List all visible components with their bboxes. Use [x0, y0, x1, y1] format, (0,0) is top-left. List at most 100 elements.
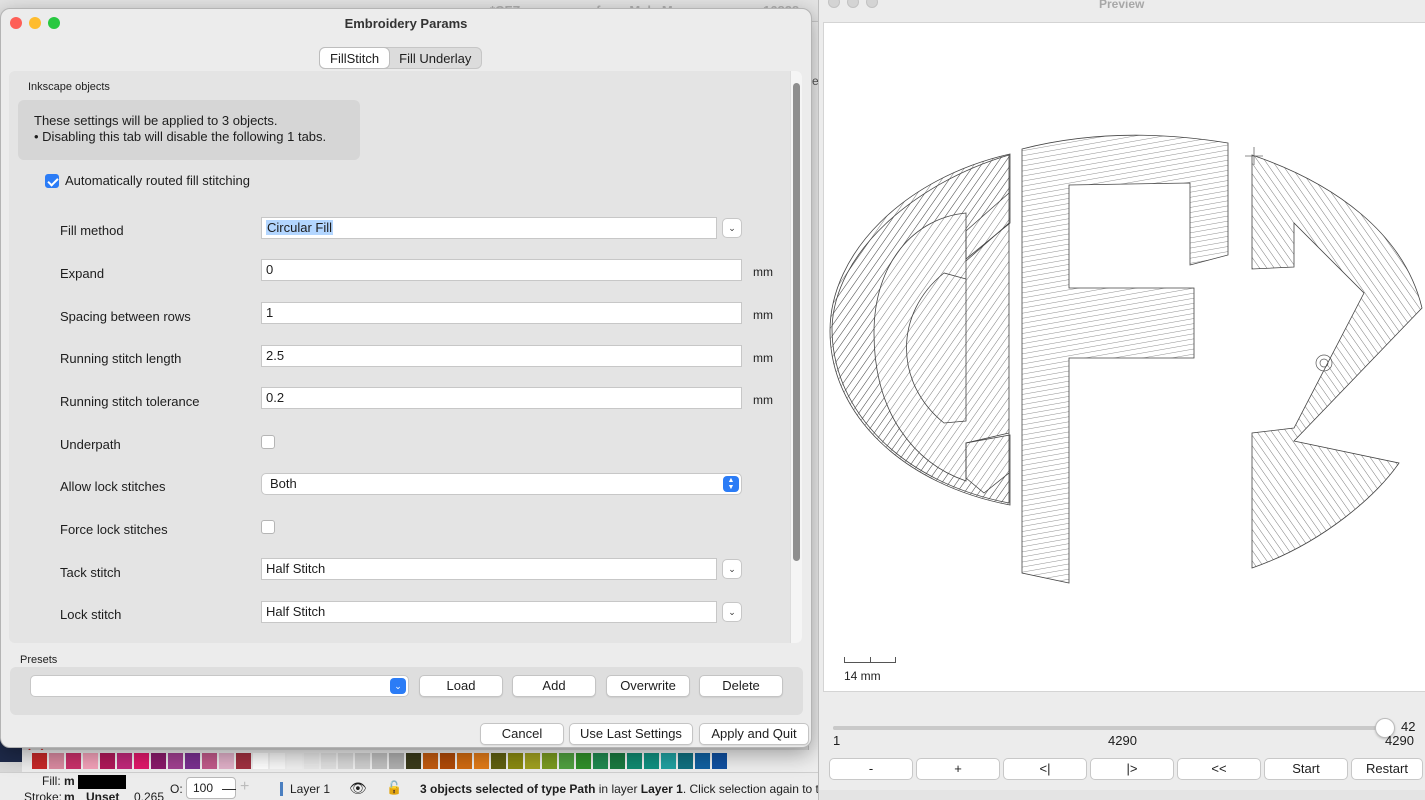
palette-swatch[interactable] — [134, 753, 149, 769]
restart-button[interactable]: Restart — [1351, 758, 1423, 780]
fill-method-label: Fill method — [60, 223, 124, 238]
param-tabs: FillStitch Fill Underlay — [319, 47, 483, 69]
scale-label: 14 mm — [844, 669, 881, 683]
palette-swatch[interactable] — [185, 753, 200, 769]
running-length-label: Running stitch length — [60, 351, 182, 366]
preset-overwrite-button[interactable]: Overwrite — [606, 675, 690, 697]
palette-swatch[interactable] — [151, 753, 166, 769]
palette-swatch[interactable] — [576, 753, 591, 769]
palette-swatch[interactable] — [661, 753, 676, 769]
stroke-width-value[interactable]: 0.265 — [134, 790, 164, 800]
running-length-input[interactable]: 2.5 — [261, 345, 742, 367]
palette-swatch[interactable] — [253, 753, 268, 769]
palette-swatch[interactable] — [525, 753, 540, 769]
start-button[interactable]: Start — [1264, 758, 1348, 780]
lock-icon[interactable]: 🔓 — [386, 780, 402, 796]
palette-swatch[interactable] — [627, 753, 642, 769]
lock-stitch-combo[interactable]: Half Stitch — [261, 601, 717, 623]
underpath-checkbox[interactable] — [261, 435, 275, 449]
eye-icon[interactable]: 👁 — [349, 780, 367, 797]
preview-close-button[interactable] — [828, 0, 840, 8]
opacity-label: O: — [170, 782, 183, 796]
opacity-decrement-button[interactable]: — — [222, 780, 236, 796]
tack-stitch-combo[interactable]: Half Stitch — [261, 558, 717, 580]
next-command-button[interactable]: |> — [1090, 758, 1174, 780]
expand-input[interactable]: 0 — [261, 259, 742, 281]
fill-label: Fill: — [42, 774, 61, 788]
palette-swatch[interactable] — [542, 753, 557, 769]
preset-add-button[interactable]: Add — [512, 675, 596, 697]
current-layer-dropdown[interactable]: Layer 1 — [290, 782, 330, 796]
palette-swatch[interactable] — [270, 753, 285, 769]
expand-unit: mm — [753, 265, 773, 279]
running-tolerance-label: Running stitch tolerance — [60, 394, 200, 409]
palette-swatch[interactable] — [559, 753, 574, 769]
rewind-button[interactable]: << — [1177, 758, 1261, 780]
palette-swatch[interactable] — [202, 753, 217, 769]
fill-method-combo[interactable]: Circular Fill — [261, 217, 717, 239]
dialog-title: Embroidery Params — [344, 16, 468, 31]
palette-swatch[interactable] — [32, 753, 47, 769]
chevron-down-icon: ⌄ — [390, 678, 406, 694]
preset-delete-button[interactable]: Delete — [699, 675, 783, 697]
tack-stitch-dropdown-button[interactable]: ⌄ — [722, 559, 742, 579]
previous-command-button[interactable]: <| — [1003, 758, 1087, 780]
spacing-label: Spacing between rows — [60, 309, 191, 324]
palette-swatch[interactable] — [168, 753, 183, 769]
stitch-preview-canvas[interactable]: 14 mm — [823, 22, 1425, 692]
palette-swatch[interactable] — [406, 753, 421, 769]
running-tolerance-input[interactable]: 0.2 — [261, 387, 742, 409]
palette-swatch[interactable] — [117, 753, 132, 769]
palette-swatch[interactable] — [593, 753, 608, 769]
status-mid: in layer — [598, 782, 638, 796]
apply-and-quit-button[interactable]: Apply and Quit — [699, 723, 809, 745]
auto-routed-checkbox[interactable] — [45, 174, 59, 188]
tab-fill-underlay[interactable]: Fill Underlay — [389, 48, 481, 68]
palette-swatch[interactable] — [695, 753, 710, 769]
spacing-input[interactable]: 1 — [261, 302, 742, 324]
palette-swatch[interactable] — [610, 753, 625, 769]
palette-swatch[interactable] — [712, 753, 727, 769]
palette-swatch[interactable] — [83, 753, 98, 769]
palette-swatch[interactable] — [287, 753, 302, 769]
force-lock-checkbox[interactable] — [261, 520, 275, 534]
palette-swatch[interactable] — [678, 753, 693, 769]
preset-select[interactable]: ⌄ — [30, 675, 409, 697]
cancel-button[interactable]: Cancel — [480, 723, 564, 745]
use-last-settings-button[interactable]: Use Last Settings — [569, 723, 693, 745]
lock-stitch-dropdown-button[interactable]: ⌄ — [722, 602, 742, 622]
panel-scroll-thumb[interactable] — [793, 83, 800, 561]
palette-swatch[interactable] — [644, 753, 659, 769]
palette-swatch[interactable] — [474, 753, 489, 769]
palette-swatch[interactable] — [236, 753, 251, 769]
palette-swatch[interactable] — [219, 753, 234, 769]
opacity-increment-button[interactable]: + — [240, 778, 249, 796]
layer-color-indicator — [280, 782, 283, 796]
palette-swatch[interactable] — [338, 753, 353, 769]
palette-swatch[interactable] — [389, 753, 404, 769]
palette-swatch[interactable] — [66, 753, 81, 769]
tab-fillstitch[interactable]: FillStitch — [320, 48, 390, 68]
fill-color-swatch[interactable] — [78, 775, 126, 789]
palette-swatch[interactable] — [423, 753, 438, 769]
allow-lock-select[interactable]: Both ▲ ▼ — [261, 473, 742, 495]
panel-scrollbar[interactable] — [790, 71, 802, 643]
palette-swatch[interactable] — [100, 753, 115, 769]
palette-swatch[interactable] — [372, 753, 387, 769]
fill-method-dropdown-button[interactable]: ⌄ — [722, 218, 742, 238]
palette-swatch[interactable] — [49, 753, 64, 769]
palette-swatch[interactable] — [321, 753, 336, 769]
speed-increase-button[interactable]: + — [916, 758, 1000, 780]
preview-zoom-button[interactable] — [866, 0, 878, 8]
speed-decrease-button[interactable]: - — [829, 758, 913, 780]
preset-load-button[interactable]: Load — [419, 675, 503, 697]
palette-swatch[interactable] — [508, 753, 523, 769]
stitch-slider-track[interactable] — [833, 718, 1395, 738]
palette-swatch[interactable] — [457, 753, 472, 769]
letter-z-body — [1251, 154, 1423, 569]
palette-swatch[interactable] — [440, 753, 455, 769]
palette-swatch[interactable] — [355, 753, 370, 769]
preview-minimize-button[interactable] — [847, 0, 859, 8]
palette-swatch[interactable] — [304, 753, 319, 769]
palette-swatch[interactable] — [491, 753, 506, 769]
